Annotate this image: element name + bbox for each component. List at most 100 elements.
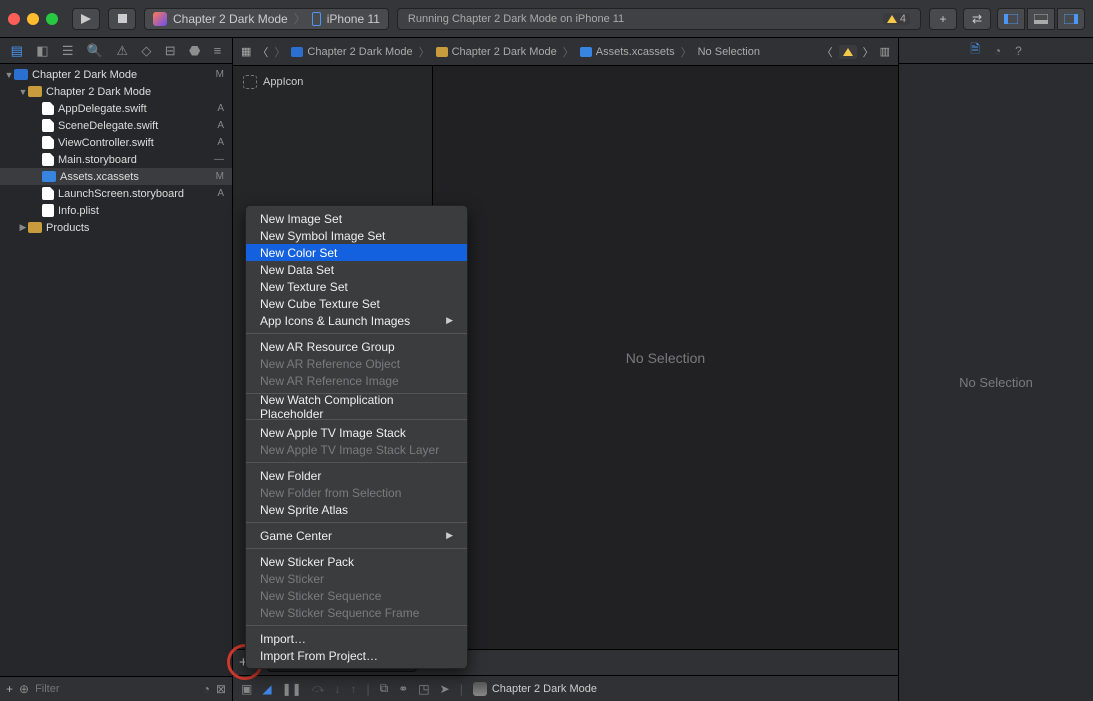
ctx-new-folder[interactable]: New Folder: [246, 467, 467, 484]
navigator-panel: ▤ ◧ ☰ 🔍 ⚠ ◇ ⊟ ⬣ ≡ ▼ Chapter 2 Dark Mode …: [0, 38, 233, 701]
navigator-filter-input[interactable]: [35, 683, 197, 695]
tree-label: Assets.xcassets: [60, 171, 139, 183]
run-button[interactable]: [72, 8, 100, 30]
tree-group[interactable]: ▼ Chapter 2 Dark Mode: [0, 83, 232, 100]
inspector-tabs: 🗎 ◔ ?: [899, 38, 1093, 64]
help-inspector-tab[interactable]: ?: [1015, 44, 1022, 58]
process-selector[interactable]: Chapter 2 Dark Mode: [473, 682, 597, 696]
disclosure-icon[interactable]: ▼: [4, 70, 14, 80]
tree-group-products[interactable]: ▶ Products: [0, 219, 232, 236]
breakpoints-toggle[interactable]: ◢: [262, 682, 271, 696]
window-controls: [8, 13, 58, 25]
breadcrumb-2[interactable]: Chapter 2 Dark Mode: [436, 46, 557, 58]
file-inspector-tab[interactable]: 🗎: [970, 40, 980, 61]
tree-label: Chapter 2 Dark Mode: [46, 86, 151, 98]
tree-label: Products: [46, 222, 89, 234]
memory-graph-button[interactable]: ⚭: [398, 682, 408, 696]
process-icon: [473, 682, 487, 696]
library-button[interactable]: +: [929, 8, 957, 30]
ctx-new-texture-set[interactable]: New Texture Set: [246, 278, 467, 295]
process-name: Chapter 2 Dark Mode: [492, 683, 597, 695]
inspector-no-selection: No Selection: [959, 375, 1033, 390]
breakpoint-navigator-tab[interactable]: ⬣: [189, 43, 200, 59]
tree-file-assets[interactable]: Assets.xcassets M: [0, 168, 232, 185]
jump-bar: ▦ 〈 〉 Chapter 2 Dark Mode 〉 Chapter 2 Da…: [233, 38, 898, 66]
tree-project-root[interactable]: ▼ Chapter 2 Dark Mode M: [0, 66, 232, 83]
ctx-app-icons-submenu[interactable]: App Icons & Launch Images: [246, 312, 467, 329]
ctx-new-symbol-image-set[interactable]: New Symbol Image Set: [246, 227, 467, 244]
issue-jump-button[interactable]: [839, 45, 857, 59]
find-navigator-tab[interactable]: 🔍: [87, 43, 103, 59]
editor-options-button[interactable]: ▥: [880, 45, 890, 58]
close-window[interactable]: [8, 13, 20, 25]
ctx-new-cube-texture-set[interactable]: New Cube Texture Set: [246, 295, 467, 312]
zoom-window[interactable]: [46, 13, 58, 25]
issue-navigator-tab[interactable]: ⚠: [116, 43, 128, 59]
ctx-import[interactable]: Import…: [246, 630, 467, 647]
folder-icon: [28, 86, 42, 97]
step-over-button[interactable]: ⤼: [312, 681, 325, 696]
ctx-new-ar-resource-group[interactable]: New AR Resource Group: [246, 338, 467, 355]
stop-button[interactable]: [108, 8, 136, 30]
step-out-button[interactable]: ↑: [351, 682, 357, 696]
toggle-debug-area-button[interactable]: [1027, 8, 1055, 30]
step-into-button[interactable]: ↓: [335, 682, 341, 696]
asset-item-appicon[interactable]: AppIcon: [239, 72, 426, 92]
activity-status[interactable]: Running Chapter 2 Dark Mode on iPhone 11…: [397, 8, 921, 30]
hide-debug-button[interactable]: ▣: [241, 682, 252, 696]
breadcrumb-4[interactable]: No Selection: [698, 46, 760, 58]
minimize-window[interactable]: [27, 13, 39, 25]
simulate-location-button[interactable]: ➤: [440, 682, 450, 696]
view-debug-button[interactable]: ⧉: [380, 681, 389, 696]
breadcrumb-1[interactable]: Chapter 2 Dark Mode: [291, 46, 412, 58]
ctx-new-sprite-atlas[interactable]: New Sprite Atlas: [246, 501, 467, 518]
debug-navigator-tab[interactable]: ⊟: [165, 43, 176, 59]
breadcrumb-3[interactable]: Assets.xcassets: [580, 46, 675, 58]
tree-file-infoplist[interactable]: Info.plist: [0, 202, 232, 219]
add-button[interactable]: +: [6, 682, 13, 696]
inspector-panel: 🗎 ◔ ? No Selection: [898, 38, 1093, 701]
back-button[interactable]: 〈: [257, 44, 268, 60]
history-inspector-tab[interactable]: ◔: [994, 44, 1001, 58]
ctx-new-watch-complication[interactable]: New Watch Complication Placeholder: [246, 398, 467, 415]
test-navigator-tab[interactable]: ◇: [141, 43, 151, 59]
ctx-new-image-set[interactable]: New Image Set: [246, 210, 467, 227]
tree-file-launchscreen[interactable]: LaunchScreen.storyboard A: [0, 185, 232, 202]
scm-status: A: [217, 103, 224, 114]
disclosure-icon[interactable]: ▼: [18, 87, 28, 97]
filter-icon: ⊕: [19, 682, 29, 696]
tree-file-mainstoryboard[interactable]: Main.storyboard —: [0, 151, 232, 168]
report-navigator-tab[interactable]: ≡: [214, 43, 222, 58]
environment-overrides-button[interactable]: ◳: [418, 682, 429, 696]
code-review-button[interactable]: ⇄: [963, 8, 991, 30]
toggle-inspector-button[interactable]: [1057, 8, 1085, 30]
tree-file-appdelegate[interactable]: AppDelegate.swift A: [0, 100, 232, 117]
related-items-button[interactable]: ▦: [241, 45, 251, 58]
tree-label: Info.plist: [58, 205, 99, 217]
toggle-navigator-button[interactable]: [997, 8, 1025, 30]
ctx-new-sticker-pack[interactable]: New Sticker Pack: [246, 553, 467, 570]
scm-filter-button[interactable]: ⊠: [216, 682, 226, 696]
scheme-selector[interactable]: Chapter 2 Dark Mode 〉 iPhone 11: [144, 8, 389, 30]
forward-button[interactable]: 〉: [274, 44, 285, 60]
tree-file-viewcontroller[interactable]: ViewController.swift A: [0, 134, 232, 151]
recent-filter-button[interactable]: ◔: [203, 682, 210, 696]
disclosure-icon[interactable]: ▶: [18, 222, 28, 233]
tree-label: Chapter 2 Dark Mode: [32, 69, 137, 81]
plist-file-icon: [42, 204, 54, 217]
jump-forward-button[interactable]: 〉: [863, 44, 874, 60]
source-control-navigator-tab[interactable]: ◧: [36, 43, 48, 59]
project-navigator-tab[interactable]: ▤: [11, 43, 23, 59]
warnings-badge[interactable]: 4: [883, 13, 910, 25]
ctx-game-center-submenu[interactable]: Game Center: [246, 527, 467, 544]
status-text: Running Chapter 2 Dark Mode on iPhone 11: [408, 13, 624, 25]
tree-file-scenedelegate[interactable]: SceneDelegate.swift A: [0, 117, 232, 134]
ctx-new-data-set[interactable]: New Data Set: [246, 261, 467, 278]
continue-button[interactable]: ❚❚: [282, 682, 302, 696]
ctx-import-from-project[interactable]: Import From Project…: [246, 647, 467, 664]
ctx-new-color-set[interactable]: New Color Set: [246, 244, 467, 261]
scm-status: M: [216, 69, 224, 80]
symbol-navigator-tab[interactable]: ☰: [62, 43, 74, 59]
jump-back-button[interactable]: 〈: [822, 44, 833, 60]
ctx-new-appletv-stack[interactable]: New Apple TV Image Stack: [246, 424, 467, 441]
